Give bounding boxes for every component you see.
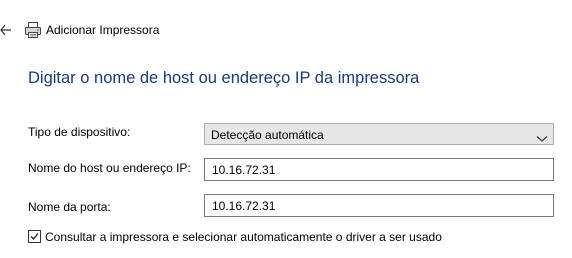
query-printer-checkbox[interactable] bbox=[28, 230, 41, 243]
host-input-value: 10.16.72.31 bbox=[212, 163, 276, 177]
port-name-input-value: 10.16.72.31 bbox=[212, 199, 276, 213]
chevron-down-icon bbox=[536, 130, 548, 142]
window-title: Adicionar Impressora bbox=[46, 23, 160, 37]
back-arrow-icon[interactable] bbox=[0, 22, 12, 38]
device-type-select[interactable]: Detecção automática bbox=[204, 123, 554, 145]
port-name-input[interactable]: 10.16.72.31 bbox=[204, 194, 554, 217]
device-type-selected-value: Detecção automática bbox=[211, 128, 324, 142]
host-input[interactable]: 10.16.72.31 bbox=[204, 158, 554, 181]
query-printer-label[interactable]: Consultar a impressora e selecionar auto… bbox=[45, 229, 442, 245]
page-heading: Digitar o nome de host ou endereço IP da… bbox=[28, 69, 420, 87]
device-type-label: Tipo de dispositivo: bbox=[28, 125, 131, 139]
checkmark-icon bbox=[30, 233, 39, 240]
host-label: Nome do host ou endereço IP: bbox=[28, 161, 191, 175]
add-printer-dialog: Adicionar Impressora Digitar o nome de h… bbox=[0, 0, 572, 258]
printer-icon bbox=[24, 21, 42, 39]
port-name-label: Nome da porta: bbox=[28, 200, 111, 214]
